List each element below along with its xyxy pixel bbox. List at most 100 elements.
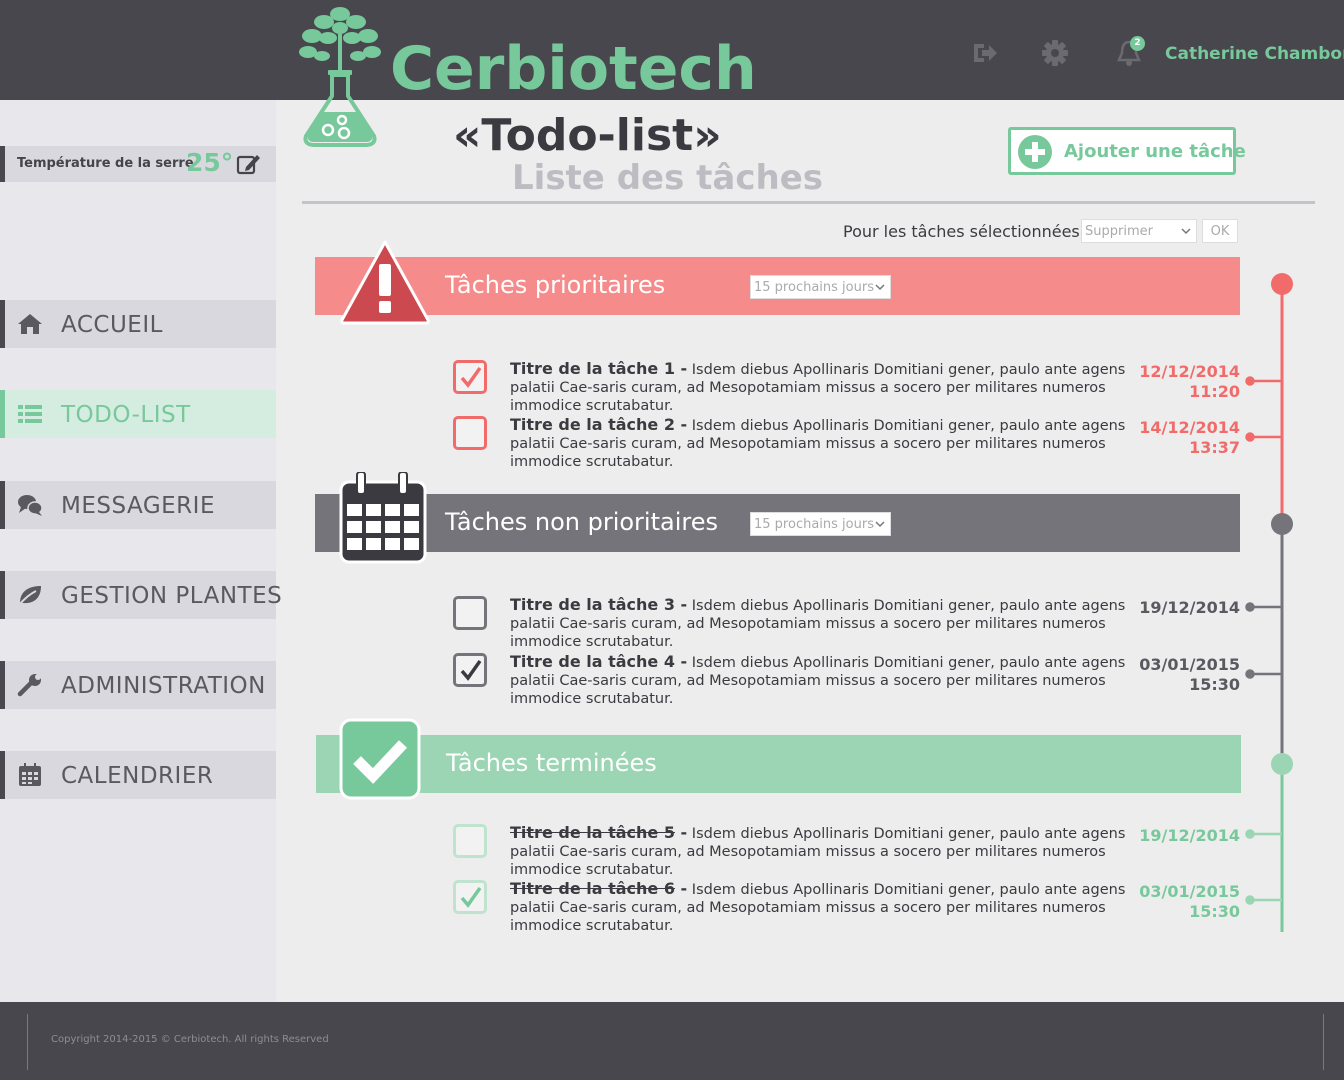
bulk-action-value: Supprimer (1085, 224, 1153, 239)
task-checkbox[interactable] (453, 596, 487, 630)
section-non-priority-header: Tâches non prioritaires 15 prochains jou… (315, 494, 1240, 552)
task-item-4[interactable]: Titre de la tâche 4 - Isdem diebus Apoll… (453, 653, 1253, 707)
leaf-icon (18, 586, 41, 606)
timeline-node (1271, 273, 1293, 295)
sidebar-item-calendrier[interactable]: CALENDRIER (0, 751, 276, 799)
sidebar-item-label: CALENDRIER (61, 763, 214, 789)
task-checkbox[interactable] (453, 360, 487, 394)
task-date: 19/12/2014 (1139, 598, 1240, 617)
chevron-down-icon (1181, 228, 1191, 235)
task-time: 15:30 (1189, 675, 1240, 694)
add-task-label: Ajouter une tâche (1064, 141, 1246, 162)
copyright: Copyright 2014-2015 © Cerbiotech. All ri… (51, 1034, 329, 1045)
period-value: 15 prochains jours (754, 517, 874, 532)
task-item-3[interactable]: Titre de la tâche 3 - Isdem diebus Apoll… (453, 596, 1253, 650)
task-title: Titre de la tâche 1 - (510, 359, 688, 378)
divider (1323, 1014, 1324, 1070)
task-title: Titre de la tâche 4 - (510, 652, 688, 671)
sidebar-item-administration[interactable]: ADMINISTRATION (0, 661, 276, 709)
temperature-label: Température de la serre (17, 156, 194, 171)
divider (27, 1014, 28, 1070)
task-due: 14/12/2014 13:37 (1139, 418, 1240, 458)
task-text: Titre de la tâche 1 - Isdem diebus Apoll… (510, 360, 1140, 415)
section-priority-header: Tâches prioritaires 15 prochains jours (315, 257, 1240, 315)
bulk-action-select[interactable]: Supprimer (1081, 219, 1197, 243)
task-due: 03/01/2015 15:30 (1139, 655, 1240, 695)
checkmark-icon (460, 886, 482, 908)
task-text: Titre de la tâche 6 - Isdem diebus Apoll… (510, 880, 1140, 935)
calendar-icon (339, 472, 427, 564)
bulk-ok-button[interactable]: OK (1202, 219, 1238, 243)
non-priority-period-select[interactable]: 15 prochains jours (750, 512, 891, 536)
chevron-down-icon (875, 284, 885, 291)
gear-icon[interactable] (1040, 38, 1070, 68)
task-due: 19/12/2014 (1139, 826, 1240, 846)
sidebar: Température de la serre 25° ACCUEIL TODO… (0, 100, 282, 1002)
task-checkbox[interactable] (453, 824, 487, 858)
task-item-6[interactable]: Titre de la tâche 6 - Isdem diebus Apoll… (453, 880, 1253, 934)
footer: Copyright 2014-2015 © Cerbiotech. All ri… (0, 1002, 1344, 1080)
wrench-icon (17, 674, 41, 697)
section-done-header: Tâches terminées (316, 735, 1241, 793)
task-title: Titre de la tâche 6 (510, 879, 675, 898)
priority-period-select[interactable]: 15 prochains jours (750, 275, 891, 299)
task-date: 03/01/2015 (1139, 655, 1240, 674)
notifications[interactable]: 2 (1114, 36, 1150, 72)
period-value: 15 prochains jours (754, 280, 874, 295)
list-icon (18, 405, 42, 423)
sidebar-item-accueil[interactable]: ACCUEIL (0, 300, 276, 348)
task-item-2[interactable]: Titre de la tâche 2 - Isdem diebus Apoll… (453, 416, 1253, 470)
section-title: Tâches terminées (446, 749, 657, 777)
sidebar-item-label: GESTION PLANTES (61, 583, 283, 609)
task-date: 19/12/2014 (1139, 826, 1240, 845)
bulk-actions-label: Pour les tâches sélectionnées : (843, 222, 1091, 241)
add-task-button[interactable]: Ajouter une tâche (1008, 127, 1246, 175)
task-title: Titre de la tâche 5 (510, 823, 675, 842)
timeline-node (1271, 753, 1293, 775)
chevron-down-icon (875, 521, 885, 528)
task-title-separator: - (674, 823, 688, 842)
sidebar-item-label: MESSAGERIE (61, 493, 215, 519)
greenhouse-temperature: Température de la serre 25° (0, 146, 276, 182)
chat-icon (18, 495, 43, 516)
user-name[interactable]: Catherine Chambon (1165, 44, 1344, 64)
logout-icon[interactable] (970, 38, 1000, 68)
task-time: 13:37 (1189, 438, 1240, 457)
plus-circle-icon (1018, 135, 1052, 169)
task-checkbox[interactable] (453, 416, 487, 450)
temperature-value: 25° (186, 148, 234, 177)
task-date: 12/12/2014 (1139, 362, 1240, 381)
task-item-5[interactable]: Titre de la tâche 5 - Isdem diebus Apoll… (453, 823, 1253, 878)
sidebar-item-label: ACCUEIL (61, 312, 163, 338)
task-checkbox[interactable] (453, 880, 487, 914)
sidebar-item-messagerie[interactable]: MESSAGERIE (0, 481, 276, 529)
task-title-separator: - (674, 879, 688, 898)
section-title: Tâches prioritaires (445, 271, 666, 299)
warning-icon (340, 240, 430, 325)
section-title: Tâches non prioritaires (445, 508, 718, 536)
divider (302, 201, 1315, 204)
task-item-1[interactable]: Titre de la tâche 1 - Isdem diebus Apoll… (453, 360, 1253, 414)
notification-badge: 2 (1130, 36, 1145, 51)
page-subtitle: Liste des tâches (512, 158, 824, 198)
timeline (1245, 273, 1293, 932)
task-date: 03/01/2015 (1139, 882, 1240, 901)
task-due: 12/12/2014 11:20 (1139, 362, 1240, 402)
task-checkbox[interactable] (453, 653, 487, 687)
home-icon (18, 314, 42, 334)
brand-name: Cerbiotech (390, 34, 757, 104)
task-text: Titre de la tâche 3 - Isdem diebus Apoll… (510, 596, 1140, 651)
sidebar-item-gestion-plantes[interactable]: GESTION PLANTES (0, 571, 282, 619)
check-square-icon (339, 718, 421, 800)
checkmark-icon (460, 659, 482, 681)
checkmark-icon (460, 366, 482, 388)
task-title: Titre de la tâche 2 - (510, 415, 688, 434)
edit-icon[interactable] (236, 152, 262, 176)
task-text: Titre de la tâche 2 - Isdem diebus Apoll… (510, 416, 1140, 471)
task-due: 19/12/2014 (1139, 598, 1240, 618)
cerbiotech-logo (299, 7, 381, 147)
task-title: Titre de la tâche 3 - (510, 595, 688, 614)
sidebar-item-todo-list[interactable]: TODO-LIST (0, 390, 276, 438)
task-text: Titre de la tâche 4 - Isdem diebus Apoll… (510, 653, 1140, 708)
task-time: 11:20 (1189, 382, 1240, 401)
